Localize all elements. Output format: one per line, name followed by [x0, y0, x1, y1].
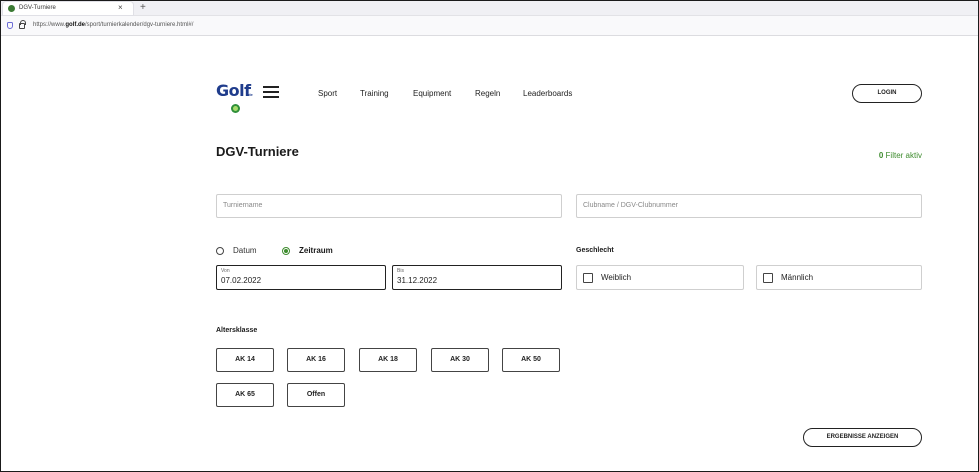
site-favicon-icon: [8, 5, 15, 12]
radio-zeitraum-label[interactable]: Zeitraum: [299, 246, 333, 256]
age-class-ak65[interactable]: AK 65: [216, 383, 274, 407]
age-class-ak16[interactable]: AK 16: [287, 348, 345, 372]
logo-suffix: .de: [247, 92, 253, 97]
tab-title: DGV-Turniere: [19, 5, 56, 11]
checkbox-maennlich[interactable]: Männlich: [756, 265, 922, 290]
tab-close-icon[interactable]: ×: [118, 2, 123, 14]
hamburger-menu-icon[interactable]: [263, 86, 279, 98]
checkbox-weiblich-label: Weiblich: [601, 273, 632, 282]
age-class-offen[interactable]: Offen: [287, 383, 345, 407]
new-tab-button[interactable]: +: [140, 2, 146, 14]
address-bar[interactable]: https://www.golf.de/sport/turnierkalende…: [1, 16, 978, 36]
gender-label: Geschlecht: [576, 247, 614, 254]
age-class-ak14[interactable]: AK 14: [216, 348, 274, 372]
checkbox-maennlich-label: Männlich: [781, 273, 814, 282]
tournament-name-input[interactable]: Turniername: [216, 194, 562, 218]
radio-datum[interactable]: [216, 247, 224, 255]
date-from-label: Von: [221, 268, 230, 274]
radio-datum-label[interactable]: Datum: [233, 246, 257, 256]
checkbox-weiblich[interactable]: Weiblich: [576, 265, 744, 290]
date-to-label: Bis: [397, 268, 404, 274]
show-results-button[interactable]: ERGEBNISSE ANZEIGEN: [803, 428, 922, 447]
nav-sport[interactable]: Sport: [318, 89, 337, 99]
tournament-name-placeholder: Turniername: [223, 202, 263, 209]
checkbox-maennlich-box[interactable]: [763, 273, 773, 283]
age-class-ak50[interactable]: AK 50: [502, 348, 560, 372]
active-filter-count[interactable]: 0 Filter aktiv: [822, 151, 922, 160]
age-class-ak18[interactable]: AK 18: [359, 348, 417, 372]
nav-regeln[interactable]: Regeln: [475, 89, 500, 99]
window-frame: [0, 0, 979, 472]
browser-tab-bar: DGV-Turniere × +: [1, 1, 978, 16]
nav-equipment[interactable]: Equipment: [413, 89, 451, 99]
age-class-ak30[interactable]: AK 30: [431, 348, 489, 372]
golf-de-logo[interactable]: Golf .de: [216, 79, 256, 119]
logo-text: Golf: [216, 81, 251, 100]
date-from-field[interactable]: Von 07.02.2022: [216, 265, 386, 290]
date-to-value: 31.12.2022: [397, 276, 438, 285]
club-name-input[interactable]: Clubname / DGV-Clubnummer: [576, 194, 922, 218]
page-title: DGV-Turniere: [216, 144, 299, 159]
date-to-field[interactable]: Bis 31.12.2022: [392, 265, 562, 290]
date-from-value: 07.02.2022: [221, 276, 262, 285]
url-text[interactable]: https://www.golf.de/sport/turnierkalende…: [33, 20, 193, 31]
golf-ball-icon: [231, 104, 240, 113]
lock-icon[interactable]: [19, 20, 26, 29]
radio-zeitraum[interactable]: [282, 247, 290, 255]
club-name-placeholder: Clubname / DGV-Clubnummer: [583, 202, 678, 209]
nav-training[interactable]: Training: [360, 89, 389, 99]
age-class-label: Altersklasse: [216, 327, 258, 334]
login-button[interactable]: LOGIN: [852, 84, 922, 103]
shield-icon[interactable]: [7, 22, 13, 29]
nav-leaderboards[interactable]: Leaderboards: [523, 89, 572, 99]
checkbox-weiblich-box[interactable]: [583, 273, 593, 283]
browser-tab[interactable]: DGV-Turniere ×: [3, 2, 133, 15]
